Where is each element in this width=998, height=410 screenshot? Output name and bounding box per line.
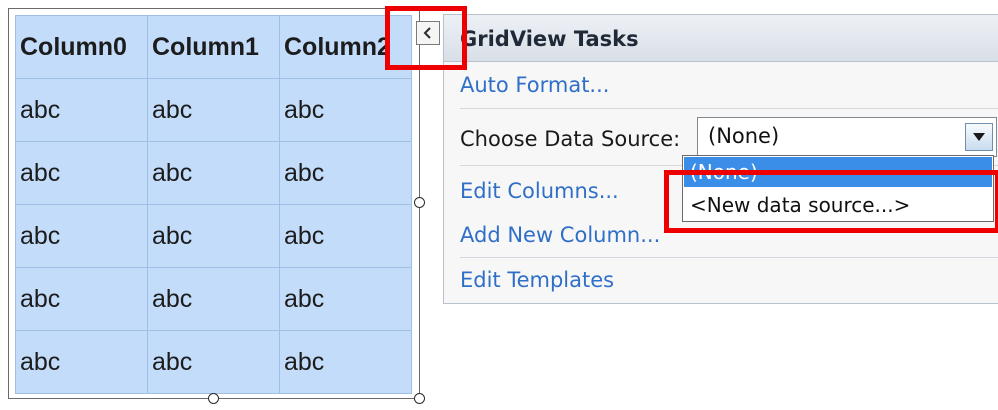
divider <box>460 108 998 109</box>
table-cell: abc <box>279 330 412 394</box>
table-cell: abc <box>147 141 280 205</box>
table-row: abc abc abc <box>15 141 412 205</box>
auto-format-link[interactable]: Auto Format... <box>460 73 609 97</box>
resize-handle-bottom[interactable] <box>208 393 219 404</box>
table-row: abc abc abc <box>15 330 412 394</box>
column-header[interactable]: Column1 <box>147 15 280 79</box>
table-row: abc abc abc <box>15 204 412 268</box>
tasks-panel-header: GridView Tasks <box>444 15 998 62</box>
table-cell: abc <box>15 267 148 331</box>
table-cell: abc <box>15 78 148 142</box>
data-source-dropdown[interactable]: (None) <box>697 117 997 157</box>
table-cell: abc <box>15 204 148 268</box>
chevron-down-icon <box>973 133 985 141</box>
resize-handle-bottom-right[interactable] <box>414 393 425 404</box>
data-source-value: (None) <box>708 124 780 148</box>
table-cell: abc <box>279 141 412 205</box>
table-cell: abc <box>147 204 280 268</box>
choose-data-source-label: Choose Data Source: <box>460 127 681 151</box>
table-cell: abc <box>15 141 148 205</box>
table-cell: abc <box>147 267 280 331</box>
edit-templates-link[interactable]: Edit Templates <box>460 268 614 292</box>
table-cell: abc <box>279 204 412 268</box>
table-row: abc abc abc <box>15 267 412 331</box>
divider <box>460 257 998 258</box>
highlight-smart-tag <box>385 6 467 70</box>
header-row: Column0 Column1 Column2 <box>15 15 412 79</box>
add-new-column-link[interactable]: Add New Column... <box>460 223 660 247</box>
tasks-panel-title: GridView Tasks <box>460 27 639 51</box>
resize-handle-right[interactable] <box>414 197 425 208</box>
table-cell: abc <box>279 78 412 142</box>
table-cell: abc <box>147 330 280 394</box>
table-cell: abc <box>15 330 148 394</box>
table-cell: abc <box>279 267 412 331</box>
dropdown-button[interactable] <box>965 123 993 151</box>
edit-columns-link[interactable]: Edit Columns... <box>460 179 619 203</box>
table-row: abc abc abc <box>15 78 412 142</box>
column-header[interactable]: Column0 <box>15 15 148 79</box>
table-cell: abc <box>147 78 280 142</box>
gridview[interactable]: Column0 Column1 Column2 abc abc abc abc … <box>15 15 412 394</box>
highlight-new-data-source <box>664 170 998 233</box>
